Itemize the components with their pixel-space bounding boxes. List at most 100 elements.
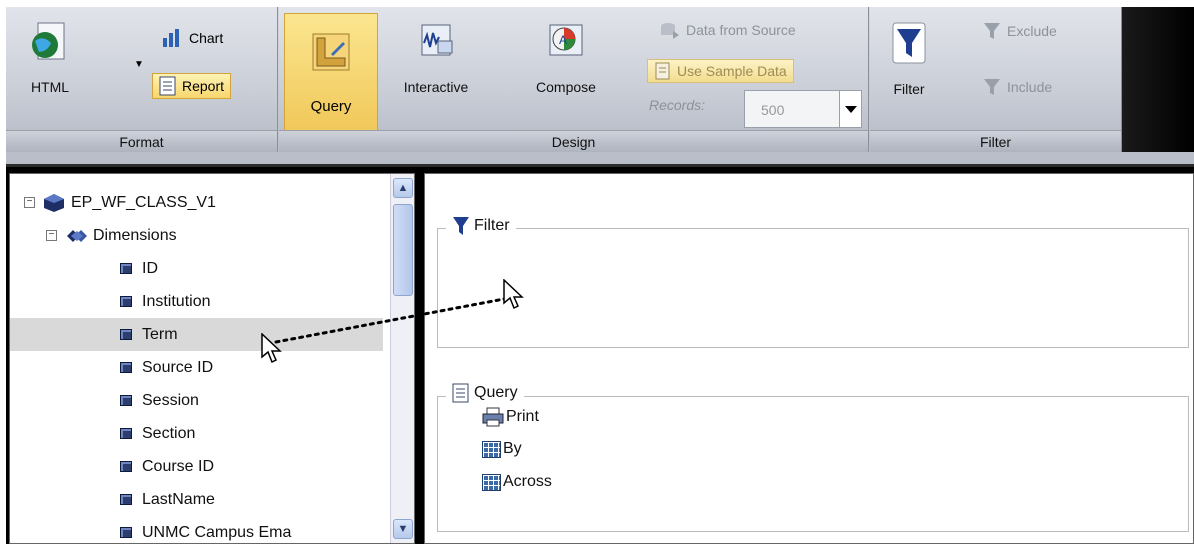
grid-icon xyxy=(482,473,501,491)
cursor-icon xyxy=(261,333,282,364)
filter-panel-title: Filter xyxy=(474,217,510,234)
tree-field-unmc-campus-email[interactable]: UNMC Campus Ema xyxy=(120,516,292,543)
tree-root[interactable]: − EP_WF_CLASS_V1 xyxy=(24,186,216,219)
records-label: Records: xyxy=(649,97,706,113)
scroll-thumb[interactable] xyxy=(393,204,413,296)
field-icon xyxy=(120,296,132,307)
query-by-item[interactable]: By xyxy=(482,440,522,458)
exclude-button[interactable]: Exclude xyxy=(982,21,1057,41)
query-ruler-icon xyxy=(312,33,350,71)
scroll-up-icon[interactable]: ▲ xyxy=(393,178,413,198)
tree-dimensions[interactable]: − Dimensions xyxy=(46,219,177,252)
report-label: Report xyxy=(182,78,225,94)
query-print-item[interactable]: Print xyxy=(482,407,539,427)
field-icon xyxy=(120,461,132,472)
include-label: Include xyxy=(1007,79,1053,95)
tree-root-label: EP_WF_CLASS_V1 xyxy=(71,193,216,211)
dimensions-icon xyxy=(67,229,87,242)
tree-field-lastname[interactable]: LastName xyxy=(120,483,215,516)
query-label: Query xyxy=(310,98,352,115)
chart-button[interactable]: Chart xyxy=(162,29,223,47)
tree-field-section[interactable]: Section xyxy=(120,417,195,450)
format-group-label: Format xyxy=(6,130,277,152)
field-tree: − EP_WF_CLASS_V1 − Dimensions ID Institu… xyxy=(9,173,415,544)
query-panel[interactable]: Query Print By Across xyxy=(437,383,1189,532)
field-icon xyxy=(120,329,132,340)
filter-panel[interactable]: Filter xyxy=(437,215,1189,348)
tree-dimensions-label: Dimensions xyxy=(93,226,177,244)
globe-document-icon xyxy=(32,22,65,60)
interactive-button[interactable]: Interactive xyxy=(391,21,481,95)
design-group: Query Interactive A Compose Data from So… xyxy=(279,7,869,152)
records-value: 500 xyxy=(761,102,785,118)
filter-group: Filter Exclude Include Filter xyxy=(870,7,1122,152)
field-label: Institution xyxy=(142,292,211,310)
field-icon xyxy=(120,494,132,505)
compose-button[interactable]: A Compose xyxy=(521,21,611,95)
field-label: UNMC Campus Ema xyxy=(142,523,292,541)
funnel-icon xyxy=(453,217,469,235)
tree-field-course-id[interactable]: Course ID xyxy=(120,450,214,483)
svg-text:A: A xyxy=(559,33,567,47)
chevron-down-icon[interactable] xyxy=(839,91,861,127)
tree-field-source-id[interactable]: Source ID xyxy=(120,351,213,384)
format-dropdown-arrow[interactable]: ▼ xyxy=(134,59,144,70)
printer-icon xyxy=(482,407,504,427)
field-icon xyxy=(120,263,132,274)
ribbon-edge xyxy=(1122,7,1194,152)
report-button[interactable]: Report xyxy=(152,73,232,99)
query-across-item[interactable]: Across xyxy=(482,473,552,491)
tree-field-id[interactable]: ID xyxy=(120,252,158,285)
field-icon xyxy=(120,362,132,373)
filter-button[interactable]: Filter xyxy=(884,21,934,97)
report-document-icon xyxy=(452,383,469,403)
records-select[interactable]: 500 xyxy=(744,90,862,128)
funnel-icon xyxy=(892,22,926,64)
data-from-source-label: Data from Source xyxy=(686,22,796,38)
use-sample-data-label: Use Sample Data xyxy=(677,63,787,79)
ribbon-toolbar: HTML ▼ Chart Report Format Query Interac… xyxy=(6,7,1194,167)
collapse-icon[interactable]: − xyxy=(24,197,35,208)
chart-label: Chart xyxy=(189,30,224,46)
query-print-label: Print xyxy=(506,408,539,425)
query-across-label: Across xyxy=(503,473,552,490)
tree-field-institution[interactable]: Institution xyxy=(120,285,210,318)
field-icon xyxy=(120,428,132,439)
data-from-source-button[interactable]: Data from Source xyxy=(659,21,796,39)
filter-button-label: Filter xyxy=(893,81,925,97)
tree-scrollbar[interactable]: ▲ ▼ xyxy=(390,174,414,543)
field-label: ID xyxy=(142,259,158,277)
query-panel-title: Query xyxy=(474,384,518,401)
filter-group-label: Filter xyxy=(870,130,1121,152)
scroll-down-icon[interactable]: ▼ xyxy=(393,519,413,539)
sample-data-icon xyxy=(655,62,670,80)
include-funnel-icon xyxy=(984,79,1000,95)
field-label: Source ID xyxy=(142,358,214,376)
field-label: LastName xyxy=(142,490,215,508)
query-by-label: By xyxy=(503,440,522,457)
compose-label: Compose xyxy=(536,79,596,95)
html-label: HTML xyxy=(30,79,70,95)
query-panel-header: Query xyxy=(446,383,524,403)
interactive-chart-icon xyxy=(421,24,453,56)
cursor-icon xyxy=(503,279,524,310)
use-sample-data-button[interactable]: Use Sample Data xyxy=(647,59,794,83)
field-label: Session xyxy=(142,391,199,409)
application-window: HTML ▼ Chart Report Format Query Interac… xyxy=(6,7,1194,544)
field-icon xyxy=(120,395,132,406)
tree-field-session[interactable]: Session xyxy=(120,384,199,417)
field-label: Course ID xyxy=(142,457,215,475)
exclude-label: Exclude xyxy=(1007,23,1057,39)
collapse-icon[interactable]: − xyxy=(46,230,57,241)
include-button[interactable]: Include xyxy=(982,77,1052,97)
grid-icon xyxy=(482,440,501,458)
field-label: Section xyxy=(142,424,196,442)
format-group: HTML ▼ Chart Report Format xyxy=(6,7,278,152)
tree-field-term[interactable]: Term xyxy=(10,318,383,351)
design-canvas: Filter Query Print By Across xyxy=(424,173,1194,544)
query-button[interactable]: Query xyxy=(284,13,378,131)
report-document-icon xyxy=(159,76,176,96)
html-button[interactable]: HTML xyxy=(20,21,80,95)
field-icon xyxy=(120,527,132,538)
field-label: Term xyxy=(142,325,178,343)
